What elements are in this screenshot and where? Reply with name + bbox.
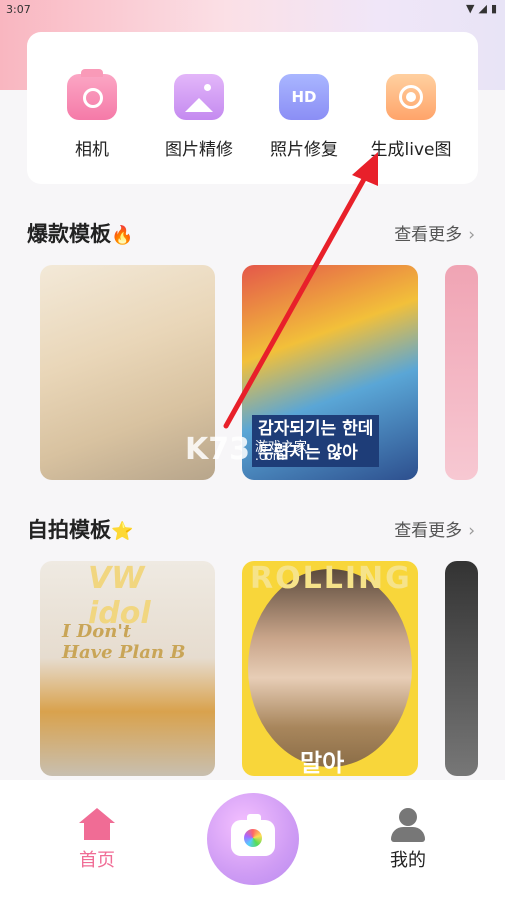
- nav-home[interactable]: 首页: [57, 808, 137, 872]
- nav-label: 我的: [390, 850, 426, 871]
- user-icon: [390, 808, 426, 842]
- arrow-shaft: [223, 169, 371, 429]
- home-icon: [79, 808, 115, 840]
- nav-label: 首页: [79, 850, 115, 871]
- camera-icon: [231, 814, 275, 856]
- center-camera-button[interactable]: [207, 793, 299, 885]
- annotation-arrow: [223, 152, 378, 429]
- nav-me[interactable]: 我的: [368, 808, 448, 872]
